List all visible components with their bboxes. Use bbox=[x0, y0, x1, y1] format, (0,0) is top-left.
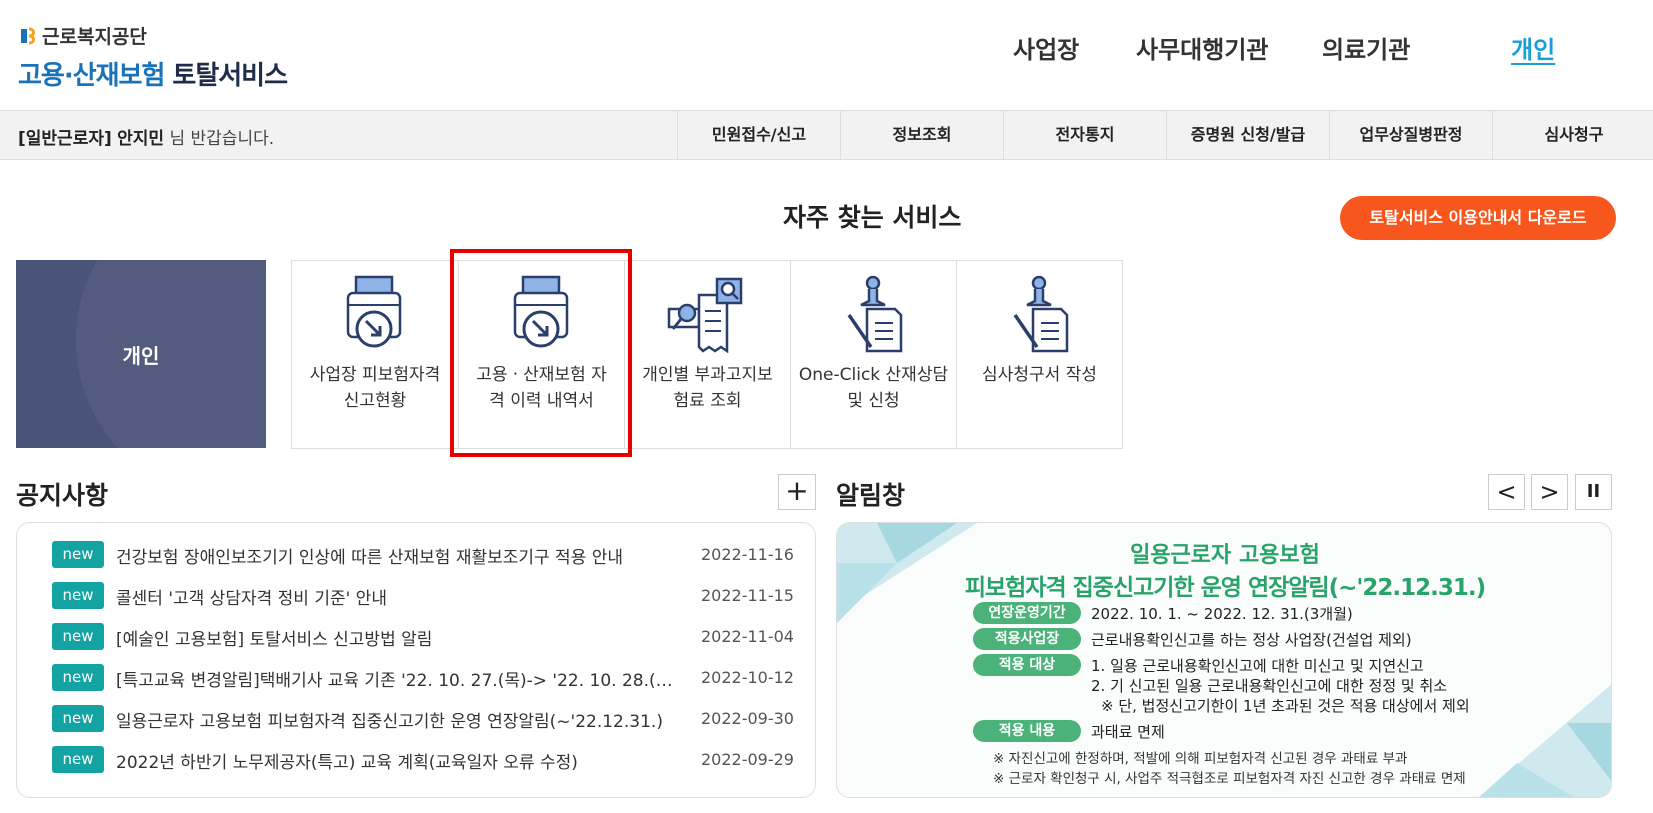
banner-note: ※ 자진신고에 한정하며, 적발에 의해 피보험자격 신고된 경우 과태료 부과 bbox=[993, 751, 1408, 767]
notice-date: 2022-11-16 bbox=[701, 545, 794, 564]
printer-download-icon bbox=[513, 275, 569, 348]
notice-row[interactable]: new 콜센터 '고객 상담자격 정비 기준' 안내 2022-11-15 bbox=[17, 582, 815, 623]
submenu-certificate[interactable]: 증명원 신청/발급 bbox=[1166, 111, 1329, 159]
sub-bar: [일반근로자] 안지민 님 반갑습니다. 민원접수/신고 정보조회 전자통지 증… bbox=[0, 110, 1653, 160]
sub-menu: 민원접수/신고 정보조회 전자통지 증명원 신청/발급 업무상질병판정 심사청구 bbox=[677, 111, 1653, 159]
alerts-prev-button[interactable]: < bbox=[1488, 474, 1525, 510]
new-badge: new bbox=[52, 664, 104, 691]
category-label: 개인 bbox=[122, 344, 160, 368]
new-badge: new bbox=[52, 705, 104, 732]
banner-note: ※ 근로자 확인청구 시, 사업주 적극협조로 피보험자격 자진 신고한 경우 … bbox=[993, 771, 1466, 787]
notice-row[interactable]: new 2022년 하반기 노무제공자(특고) 교육 계획(교육일자 오류 수정)… bbox=[17, 746, 815, 787]
greeting-suffix: 님 반갑습니다. bbox=[169, 129, 275, 149]
stamp-document-icon bbox=[1013, 275, 1069, 353]
service-insurance-history[interactable]: 고용ㆍ산재보험 자 격 이력 내역서 bbox=[458, 261, 624, 448]
submenu-e-notice[interactable]: 전자통지 bbox=[1003, 111, 1166, 159]
notice-date: 2022-11-04 bbox=[701, 627, 794, 646]
topnav-individual[interactable]: 개인 bbox=[1511, 30, 1555, 65]
banner-tag: 적용 대상 bbox=[973, 654, 1081, 676]
user-name: 안지민 bbox=[117, 129, 165, 149]
banner-extra-line: ※ 단, 법정신고기한이 1년 초과된 것은 적용 대상에서 제외 bbox=[1101, 697, 1470, 715]
notice-row[interactable]: new 일용근로자 고용보험 피보험자격 집중신고기한 운영 연장알림(~'22.… bbox=[17, 705, 815, 746]
topnav-medical[interactable]: 의료기관 bbox=[1322, 30, 1410, 65]
notice-title[interactable]: [예술인 고용보험] 토탈서비스 신고방법 알림 bbox=[116, 625, 676, 650]
frequent-services-title: 자주 찾는 서비스 bbox=[783, 203, 962, 232]
submenu-info-inquiry[interactable]: 정보조회 bbox=[840, 111, 1003, 159]
category-card-individual[interactable]: 개인 bbox=[16, 260, 266, 448]
notice-date: 2022-10-12 bbox=[701, 668, 794, 687]
notices-more-button[interactable]: + bbox=[778, 474, 816, 510]
frequent-services-grid: 사업장 피보험자격 신고현황 고용ㆍ산재보험 자 격 이력 내역서 개인별 부과… bbox=[291, 260, 1123, 449]
service-review-form[interactable]: 심사청구서 작성 bbox=[956, 261, 1122, 448]
service-label: One-Click 산재상담 및 신청 bbox=[798, 365, 949, 411]
notice-row[interactable]: new 건강보험 장애인보조기기 인상에 따른 산재보험 재활보조기구 적용 안내… bbox=[17, 541, 815, 582]
notice-title[interactable]: 건강보험 장애인보조기기 인상에 따른 산재보험 재활보조기구 적용 안내 bbox=[116, 543, 676, 568]
notices-title: 공지사항 bbox=[16, 481, 109, 510]
banner-tag: 적용 내용 bbox=[973, 720, 1081, 742]
new-badge: new bbox=[52, 746, 104, 773]
header: 근로복지공단 고용·산재보험 토탈서비스 사업장 사무대행기관 의료기관 개인 bbox=[0, 0, 1653, 110]
top-navigation: 사업장 사무대행기관 의료기관 개인 bbox=[0, 30, 1653, 70]
alerts-next-button[interactable]: > bbox=[1531, 474, 1568, 510]
topnav-workplace[interactable]: 사업장 bbox=[1013, 30, 1079, 65]
service-label: 심사청구서 작성 bbox=[982, 365, 1097, 385]
notice-row[interactable]: new [특고교육 변경알림]택배기사 교육 기존 '22. 10. 27.(목)… bbox=[17, 664, 815, 705]
banner-value: 2022. 10. 1. ~ 2022. 12. 31.(3개월) bbox=[1091, 605, 1353, 623]
notice-title[interactable]: 일용근로자 고용보험 피보험자격 집중신고기한 운영 연장알림(~'22.12.… bbox=[116, 707, 676, 732]
service-oneclick-consult[interactable]: One-Click 산재상담 및 신청 bbox=[790, 261, 956, 448]
service-label: 고용ㆍ산재보험 자 격 이력 내역서 bbox=[476, 365, 607, 411]
banner-tag: 연장운영기간 bbox=[973, 602, 1081, 624]
banner-tag: 적용사업장 bbox=[973, 628, 1081, 650]
banner-title-1: 일용근로자 고용보험 bbox=[1130, 543, 1320, 568]
service-label: 사업장 피보험자격 신고현황 bbox=[309, 365, 441, 411]
notice-date: 2022-11-15 bbox=[701, 586, 794, 605]
banner-value: 과태료 면제 bbox=[1091, 723, 1165, 741]
topnav-agency[interactable]: 사무대행기관 bbox=[1136, 30, 1268, 65]
banner-extra-line: 2. 기 신고된 일용 근로내용확인신고에 대한 정정 및 취소 bbox=[1091, 677, 1448, 695]
document-search-icon bbox=[667, 277, 743, 353]
printer-download-icon bbox=[346, 275, 402, 348]
user-greeting: [일반근로자] 안지민 님 반갑습니다. bbox=[18, 124, 274, 149]
alert-banner[interactable]: 일용근로자 고용보험 피보험자격 집중신고기한 운영 연장알림(~'22.12.… bbox=[836, 522, 1612, 798]
notice-date: 2022-09-30 bbox=[701, 709, 794, 728]
notice-title[interactable]: 콜센터 '고객 상담자격 정비 기준' 안내 bbox=[116, 584, 676, 609]
submenu-review-request[interactable]: 심사청구 bbox=[1492, 111, 1653, 159]
notices-list: new 건강보험 장애인보조기기 인상에 따른 산재보험 재활보조기구 적용 안내… bbox=[16, 522, 816, 798]
alerts-pause-button[interactable]: II bbox=[1575, 474, 1612, 510]
guide-download-button[interactable]: 토탈서비스 이용안내서 다운로드 bbox=[1340, 196, 1616, 240]
service-workplace-insured-status[interactable]: 사업장 피보험자격 신고현황 bbox=[292, 261, 458, 448]
new-badge: new bbox=[52, 623, 104, 650]
banner-value: 근로내용확인신고를 하는 정상 사업장(건설업 제외) bbox=[1091, 631, 1412, 649]
new-badge: new bbox=[52, 582, 104, 609]
banner-title-2: 피보험자격 집중신고기한 운영 연장알림(~'22.12.31.) bbox=[964, 575, 1486, 601]
new-badge: new bbox=[52, 541, 104, 568]
notice-date: 2022-09-29 bbox=[701, 750, 794, 769]
notice-title[interactable]: [특고교육 변경알림]택배기사 교육 기존 '22. 10. 27.(목)-> … bbox=[116, 666, 676, 691]
notice-row[interactable]: new [예술인 고용보험] 토탈서비스 신고방법 알림 2022-11-04 bbox=[17, 623, 815, 664]
submenu-civil-petition[interactable]: 민원접수/신고 bbox=[677, 111, 840, 159]
notice-title[interactable]: 2022년 하반기 노무제공자(특고) 교육 계획(교육일자 오류 수정) bbox=[116, 748, 676, 773]
stamp-document-icon bbox=[847, 275, 903, 353]
service-label: 개인별 부과고지보 험료 조회 bbox=[642, 365, 773, 411]
service-premium-inquiry[interactable]: 개인별 부과고지보 험료 조회 bbox=[624, 261, 790, 448]
user-type: [일반근로자] bbox=[18, 129, 112, 149]
alerts-title: 알림창 bbox=[836, 481, 906, 510]
banner-value: 1. 일용 근로내용확인신고에 대한 미신고 및 지연신고 bbox=[1091, 657, 1424, 675]
submenu-disease-judgment[interactable]: 업무상질병판정 bbox=[1329, 111, 1492, 159]
